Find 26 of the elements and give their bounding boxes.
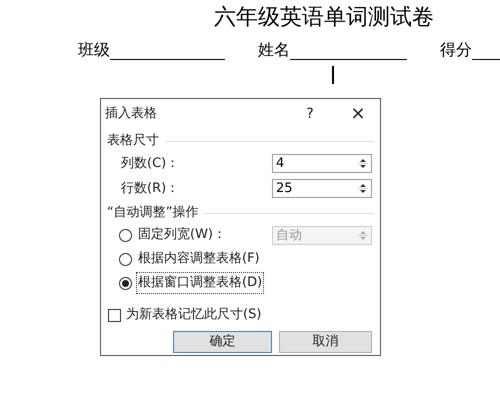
field-label: 姓名: [258, 40, 290, 60]
document-title: 六年级英语单词测试卷: [214, 4, 435, 32]
field-label: 行数(R)：: [121, 180, 180, 198]
field-label: 班级: [78, 40, 110, 60]
radio-button[interactable]: [119, 252, 132, 266]
radio-button[interactable]: [119, 276, 132, 290]
radio-button[interactable]: [119, 228, 132, 242]
spin-arrows-icon[interactable]: [357, 156, 369, 171]
checkbox[interactable]: [108, 308, 121, 322]
dialog-button[interactable]: 确定: [173, 331, 272, 353]
field-label: 得分: [440, 40, 472, 60]
spinner-field[interactable]: 4: [272, 154, 372, 173]
field-label: 列数(C)：: [121, 154, 180, 173]
option-label: 根据窗口调整表格(D): [137, 273, 264, 293]
dialog-button[interactable]: 取消: [279, 331, 372, 353]
option-label: 固定列宽(W)：: [137, 226, 227, 244]
dialog-title: 插入表格: [105, 105, 157, 124]
option-label: 根据内容调整表格(F): [137, 250, 261, 268]
section-title: 表格尺寸: [107, 132, 159, 150]
spinner-field[interactable]: 25: [272, 179, 372, 198]
spin-arrows-icon[interactable]: [357, 181, 369, 196]
help-button[interactable]: ?: [298, 104, 322, 124]
close-button[interactable]: ×: [346, 104, 370, 124]
section-title: “自动调整”操作: [107, 204, 198, 222]
checkbox-label: 为新表格记忆此尺寸(S): [126, 306, 262, 324]
text-cursor: [332, 66, 334, 84]
